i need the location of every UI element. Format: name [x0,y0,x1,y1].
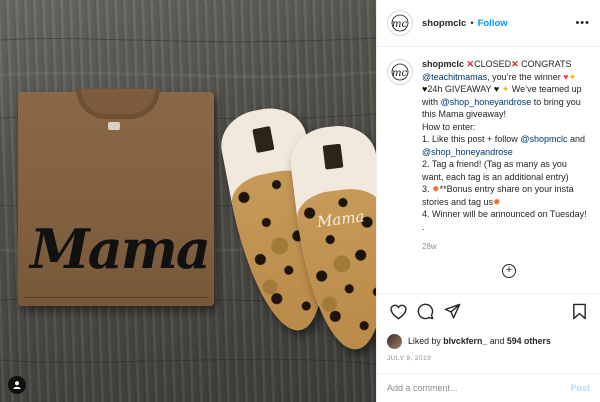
honeyandrose-mention[interactable]: @shop_honeyandrose [422,147,513,157]
comment-input[interactable] [387,383,571,393]
caption-username[interactable]: shopmclc [422,59,464,69]
step4-text: 4. Winner will be announced on Tuesday! [422,209,587,219]
instagram-post: Mama Mama mc shopmclc • Follow ••• mc sh… [0,0,600,402]
closed-text: CLOSED [474,59,512,69]
sparkle-icon: ✦ [568,71,577,82]
giveaway-text: 24h GIVEAWAY [427,84,492,94]
black-heart-icon: ♥ [493,84,500,94]
post-header: mc shopmclc • Follow ••• [377,0,600,47]
cross-mark-icon: ✕ [511,59,519,69]
mama-tshirt: Mama [18,89,214,306]
insole-label [322,143,344,170]
step3-number: 3. [422,184,430,194]
shirt-tag [108,122,120,130]
likes-and: and [489,336,505,346]
account-avatar[interactable]: mc [387,10,413,36]
share-icon[interactable] [441,301,463,323]
post-comment-button[interactable]: Post [570,383,590,393]
tagged-user-icon[interactable] [8,376,26,394]
caption-end: . [422,221,425,232]
congrats-text: CONGRATS [521,59,572,69]
more-icon[interactable]: ••• [575,17,590,29]
winner-text: , you’re the winner [487,71,561,82]
caption-area: mc shopmclc ✕CLOSED✕ CONGRATS @teachitma… [377,47,600,293]
liker-username[interactable]: blvckfern_ [443,336,487,346]
post-photo[interactable]: Mama Mama [0,0,376,402]
likes-count[interactable]: 594 others [507,336,551,346]
heart-icon[interactable] [387,301,409,323]
sparkle-icon: ✦ [501,84,510,94]
step1-and: and [570,134,586,144]
winner-mention[interactable]: @teachitmamas [422,72,487,82]
caption-avatar[interactable]: mc [387,59,413,85]
likes-row: Liked by blvckfern_ and 594 others [377,329,600,351]
action-bar [377,293,600,329]
post-sidebar: mc shopmclc • Follow ••• mc shopmclc ✕CL… [376,0,600,402]
burst-icon: ✸ [432,184,440,194]
liker-avatar[interactable] [387,333,402,349]
step1-text: 1. Like this post + follow [422,134,518,144]
partner-mention[interactable]: @shop_honeyandrose [441,97,532,107]
caption-text: shopmclc ✕CLOSED✕ CONGRATS @teachitmamas… [422,58,590,293]
comment-icon[interactable] [414,301,436,323]
shirt-collar [76,89,160,119]
insole-label [252,126,275,154]
liked-by-prefix: Liked by [408,336,441,346]
burst-icon: ✸ [493,196,501,207]
follow-button[interactable]: Follow [478,18,508,29]
caption-time[interactable]: 28w [422,241,590,254]
add-icon[interactable]: + [502,263,516,278]
how-to-text: How to enter: [422,121,476,132]
bookmark-icon[interactable] [568,301,590,323]
shirt-hem [24,297,208,298]
post-date[interactable]: JULY 9, 2019 [377,351,600,373]
comment-box: Post [377,373,600,402]
step2-text: 2. Tag a friend! (Tag as many as you wan… [422,159,569,182]
cross-mark-icon: ✕ [466,59,475,69]
account-username[interactable]: shopmclc [422,18,466,29]
shirt-print-text: Mama [30,217,211,281]
separator-dot: • [470,18,474,28]
shopmclc-mention[interactable]: @shopmclc [520,134,567,144]
